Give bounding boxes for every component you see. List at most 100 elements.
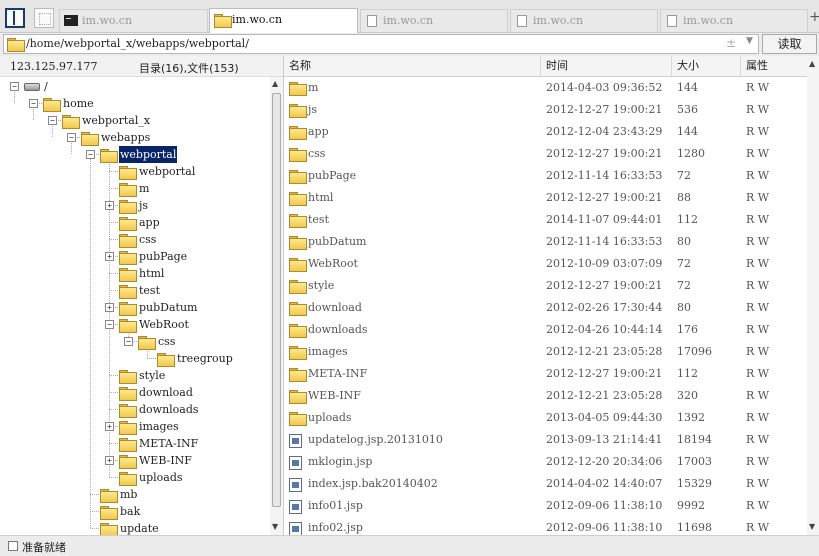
file-icon: [289, 478, 302, 492]
tree-item-label[interactable]: mb: [119, 486, 138, 503]
folder-icon: [289, 368, 307, 382]
folder-icon: [138, 336, 156, 350]
tree-item-label[interactable]: app: [138, 214, 161, 231]
scroll-down-icon[interactable]: ▼: [809, 522, 815, 531]
folder-icon: [289, 302, 307, 316]
file-row[interactable]: pubPage 2012-11-14 16:33:53 72 R W: [284, 165, 807, 187]
tree-item-label[interactable]: css: [157, 333, 176, 350]
collapse-icon[interactable]: −: [86, 150, 95, 159]
column-time[interactable]: 时间: [541, 56, 672, 77]
file-row[interactable]: css 2012-12-27 19:00:21 1280 R W: [284, 143, 807, 165]
file-time: 2013-09-13 21:14:41: [546, 433, 663, 446]
collapse-icon[interactable]: −: [124, 337, 133, 346]
file-row[interactable]: WEB-INF 2012-12-21 23:05:28 320 R W: [284, 385, 807, 407]
column-attr[interactable]: 属性: [741, 56, 807, 77]
file-row[interactable]: download 2012-02-26 17:30:44 80 R W: [284, 297, 807, 319]
file-icon: [289, 522, 302, 535]
file-row[interactable]: info02.jsp 2012-09-06 11:38:10 11698 R W: [284, 517, 807, 535]
collapse-icon[interactable]: −: [105, 320, 114, 329]
file-row[interactable]: updatelog.jsp.20131010 2013-09-13 21:14:4…: [284, 429, 807, 451]
expand-icon[interactable]: +: [105, 303, 114, 312]
tree-item-label[interactable]: downloads: [138, 401, 200, 418]
tree-item-label[interactable]: WebRoot: [138, 316, 190, 333]
file-row[interactable]: style 2012-12-27 19:00:21 72 R W: [284, 275, 807, 297]
tree-item-label[interactable]: pubDatum: [138, 299, 198, 316]
column-size[interactable]: 大小: [672, 56, 741, 77]
file-row[interactable]: uploads 2013-04-05 09:44:30 1392 R W: [284, 407, 807, 429]
expand-icon[interactable]: +: [105, 201, 114, 210]
tree-item-label[interactable]: pubPage: [138, 248, 188, 265]
tree-item-label[interactable]: m: [138, 180, 150, 197]
tree-item-label[interactable]: home: [62, 95, 95, 112]
tab-5[interactable]: im.wo.cn: [660, 9, 808, 32]
tree-item-label[interactable]: WEB-INF: [138, 452, 193, 469]
tree-item-label[interactable]: style: [138, 367, 166, 384]
add-tab-button[interactable]: +: [809, 9, 819, 25]
expand-icon[interactable]: +: [105, 252, 114, 261]
column-name[interactable]: 名称: [284, 56, 541, 77]
file-list[interactable]: 名称 时间 大小 属性 m 2014-04-03 09:36:52 144 R Wjs…: [283, 56, 807, 535]
file-row[interactable]: META-INF 2012-12-27 19:00:21 112 R W: [284, 363, 807, 385]
tree-item-label[interactable]: uploads: [138, 469, 184, 486]
file-row[interactable]: js 2012-12-27 19:00:21 536 R W: [284, 99, 807, 121]
address-bar[interactable]: /home/webportal_x/webapps/webportal/ ± ▼: [3, 34, 759, 54]
file-row[interactable]: app 2012-12-04 23:43:29 144 R W: [284, 121, 807, 143]
file-row[interactable]: m 2014-04-03 09:36:52 144 R W: [284, 77, 807, 99]
file-row[interactable]: index.jsp.bak20140402 2014-04-02 14:40:07…: [284, 473, 807, 495]
file-row[interactable]: test 2014-11-07 09:44:01 112 R W: [284, 209, 807, 231]
tree-item-label[interactable]: webportal_x: [81, 112, 151, 129]
tree-item-label[interactable]: css: [138, 231, 157, 248]
tree-item-label[interactable]: images: [138, 418, 180, 435]
collapse-icon[interactable]: −: [67, 133, 76, 142]
tree-item-label[interactable]: update: [119, 520, 160, 535]
scroll-up-icon[interactable]: ▲: [809, 59, 815, 68]
tab-2[interactable]: im.wo.cn: [209, 8, 358, 33]
tab-3[interactable]: im.wo.cn: [360, 9, 508, 32]
tree-item-label[interactable]: js: [138, 197, 149, 214]
tree-scrollbar[interactable]: ▲ ▼: [270, 77, 283, 535]
tree-item-label[interactable]: META-INF: [138, 435, 199, 452]
tree-item-label[interactable]: webapps: [100, 129, 151, 146]
collapse-icon[interactable]: −: [29, 99, 38, 108]
tab-4[interactable]: im.wo.cn: [510, 9, 658, 32]
tree-item-label[interactable]: treegroup: [176, 350, 234, 367]
collapse-icon[interactable]: −: [10, 82, 19, 91]
tree-item-label[interactable]: html: [138, 265, 165, 282]
file-row[interactable]: pubDatum 2012-11-14 16:33:53 80 R W: [284, 231, 807, 253]
scroll-up-icon[interactable]: ▲: [272, 79, 278, 88]
new-session-button[interactable]: [34, 8, 54, 28]
tree-item-label[interactable]: bak: [119, 503, 141, 520]
read-button[interactable]: 读取: [762, 34, 817, 54]
file-size: 112: [677, 367, 698, 380]
file-row[interactable]: downloads 2012-04-26 10:44:14 176 R W: [284, 319, 807, 341]
file-size: 18194: [677, 433, 712, 446]
tab-1[interactable]: im.wo.cn: [59, 9, 208, 32]
tree-item-label[interactable]: webportal: [119, 146, 178, 163]
expand-icon[interactable]: +: [105, 422, 114, 431]
tree-item-label[interactable]: download: [138, 384, 194, 401]
scroll-thumb[interactable]: [272, 93, 281, 507]
file-row[interactable]: images 2012-12-21 23:05:28 17096 R W: [284, 341, 807, 363]
expand-icon[interactable]: +: [105, 456, 114, 465]
folder-icon: [214, 14, 232, 28]
scroll-down-icon[interactable]: ▼: [272, 522, 278, 531]
chevron-down-icon[interactable]: ▼: [746, 36, 753, 46]
file-row[interactable]: mklogin.jsp 2012-12-20 20:34:06 17003 R W: [284, 451, 807, 473]
folder-icon: [289, 104, 307, 118]
list-scrollbar[interactable]: ▲ ▼: [807, 56, 819, 535]
folder-icon: [289, 324, 307, 338]
file-row[interactable]: info01.jsp 2012-09-06 11:38:10 9992 R W: [284, 495, 807, 517]
tree-item-label[interactable]: webportal: [138, 163, 196, 180]
tree-item-label[interactable]: test: [138, 282, 161, 299]
tree-item-label[interactable]: /: [43, 78, 49, 95]
sidebar-toggle-button[interactable]: [5, 8, 25, 28]
folder-icon: [289, 412, 307, 426]
collapse-icon[interactable]: −: [48, 116, 57, 125]
file-row[interactable]: WebRoot 2012-10-09 03:07:09 72 R W: [284, 253, 807, 275]
history-icon[interactable]: ±: [726, 36, 736, 50]
file-name: WebRoot: [308, 257, 358, 270]
directory-tree[interactable]: / − home − webportal_x − webapps − webportal − web…: [0, 77, 270, 535]
tree-connector: [109, 375, 118, 376]
address-path[interactable]: /home/webportal_x/webapps/webportal/: [26, 37, 249, 50]
file-row[interactable]: html 2012-12-27 19:00:21 88 R W: [284, 187, 807, 209]
